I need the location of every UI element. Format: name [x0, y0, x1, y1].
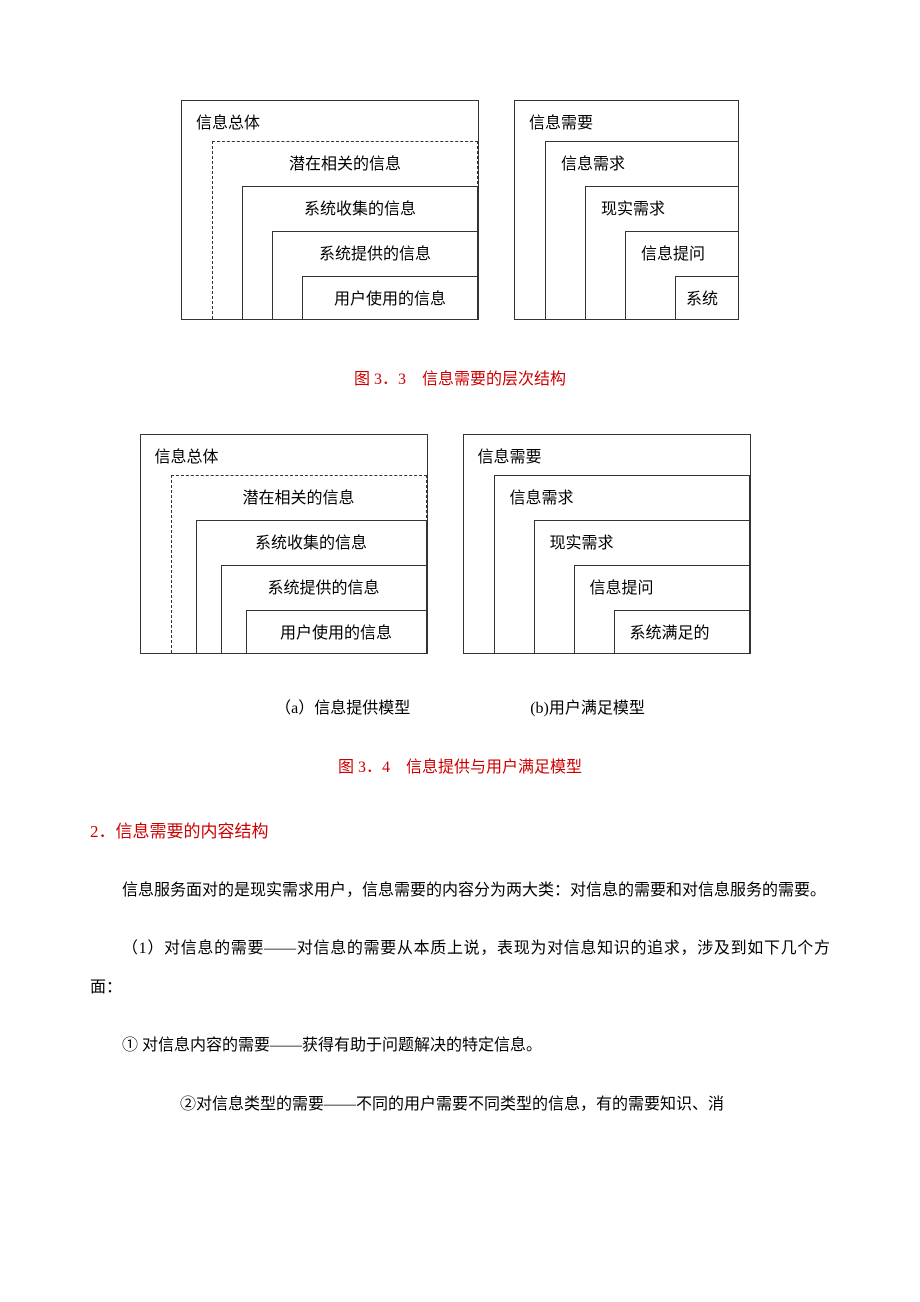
layer-label: 信息提问 [590, 574, 654, 598]
diagram-left-3-3: 信息总体 潜在相关的信息 系统收集的信息 系统提供的信息 用户使用的信息 [181, 100, 479, 320]
layer-label: 现实需求 [550, 529, 614, 553]
paragraph: ②对信息类型的需要——不同的用户需要不同类型的信息，有的需要知识、消 [180, 1086, 830, 1124]
diagram-right-3-3: 信息需要 信息需求 现实需求 信息提问 系统 [514, 100, 739, 320]
paragraph: （1）对信息的需要——对信息的需要从本质上说，表现为对信息知识的追求，涉及到如下… [90, 930, 830, 1007]
layer-label: 系统提供的信息 [319, 240, 431, 264]
diagram-title: 信息需要 [478, 443, 542, 467]
layer-4: 用户使用的信息 [246, 610, 427, 653]
layer-label: 潜在相关的信息 [289, 150, 401, 174]
diagram-title: 信息需要 [529, 109, 593, 133]
layer-label: 系统收集的信息 [304, 195, 416, 219]
figure-3-4: 信息总体 潜在相关的信息 系统收集的信息 系统提供的信息 用户使用的信息 信息需… [30, 434, 860, 654]
subcaption-b: (b)用户满足模型 [530, 694, 645, 718]
layer-label: 现实需求 [601, 195, 665, 219]
section-heading: 2．信息需要的内容结构 [90, 817, 860, 842]
layer-label: 系统提供的信息 [267, 574, 379, 598]
layer-4: 系统 [675, 276, 739, 319]
diagram-left-3-4: 信息总体 潜在相关的信息 系统收集的信息 系统提供的信息 用户使用的信息 [140, 434, 428, 654]
layer-label: 系统收集的信息 [255, 529, 367, 553]
diagram-title: 信息总体 [196, 109, 260, 133]
layer-4: 系统满足的 [614, 610, 750, 653]
layer-4: 用户使用的信息 [302, 276, 478, 319]
diagram-title: 信息总体 [155, 443, 219, 467]
layer-label: 信息提问 [641, 240, 705, 264]
layer-label: 信息需求 [561, 150, 625, 174]
figure-3-3: 信息总体 潜在相关的信息 系统收集的信息 系统提供的信息 用户使用的信息 信息需… [60, 100, 860, 320]
subcaption-row: （a）信息提供模型 (b)用户满足模型 [60, 694, 860, 718]
paragraph: ① 对信息内容的需要——获得有助于问题解决的特定信息。 [90, 1027, 830, 1065]
figure-caption-3-3: 图 3．3 信息需要的层次结构 [60, 365, 860, 389]
paragraph: 信息服务面对的是现实需求用户，信息需要的内容分为两大类：对信息的需要和对信息服务… [90, 872, 830, 910]
layer-label: 系统 [686, 285, 718, 309]
diagram-right-3-4: 信息需要 信息需求 现实需求 信息提问 系统满足的 [463, 434, 751, 654]
figure-caption-3-4: 图 3．4 信息提供与用户满足模型 [60, 753, 860, 777]
layer-label: 信息需求 [510, 484, 574, 508]
layer-label: 用户使用的信息 [280, 619, 392, 643]
layer-label: 潜在相关的信息 [242, 484, 354, 508]
subcaption-a: （a）信息提供模型 [275, 694, 410, 718]
layer-label: 系统满足的 [630, 619, 710, 643]
layer-label: 用户使用的信息 [334, 285, 446, 309]
